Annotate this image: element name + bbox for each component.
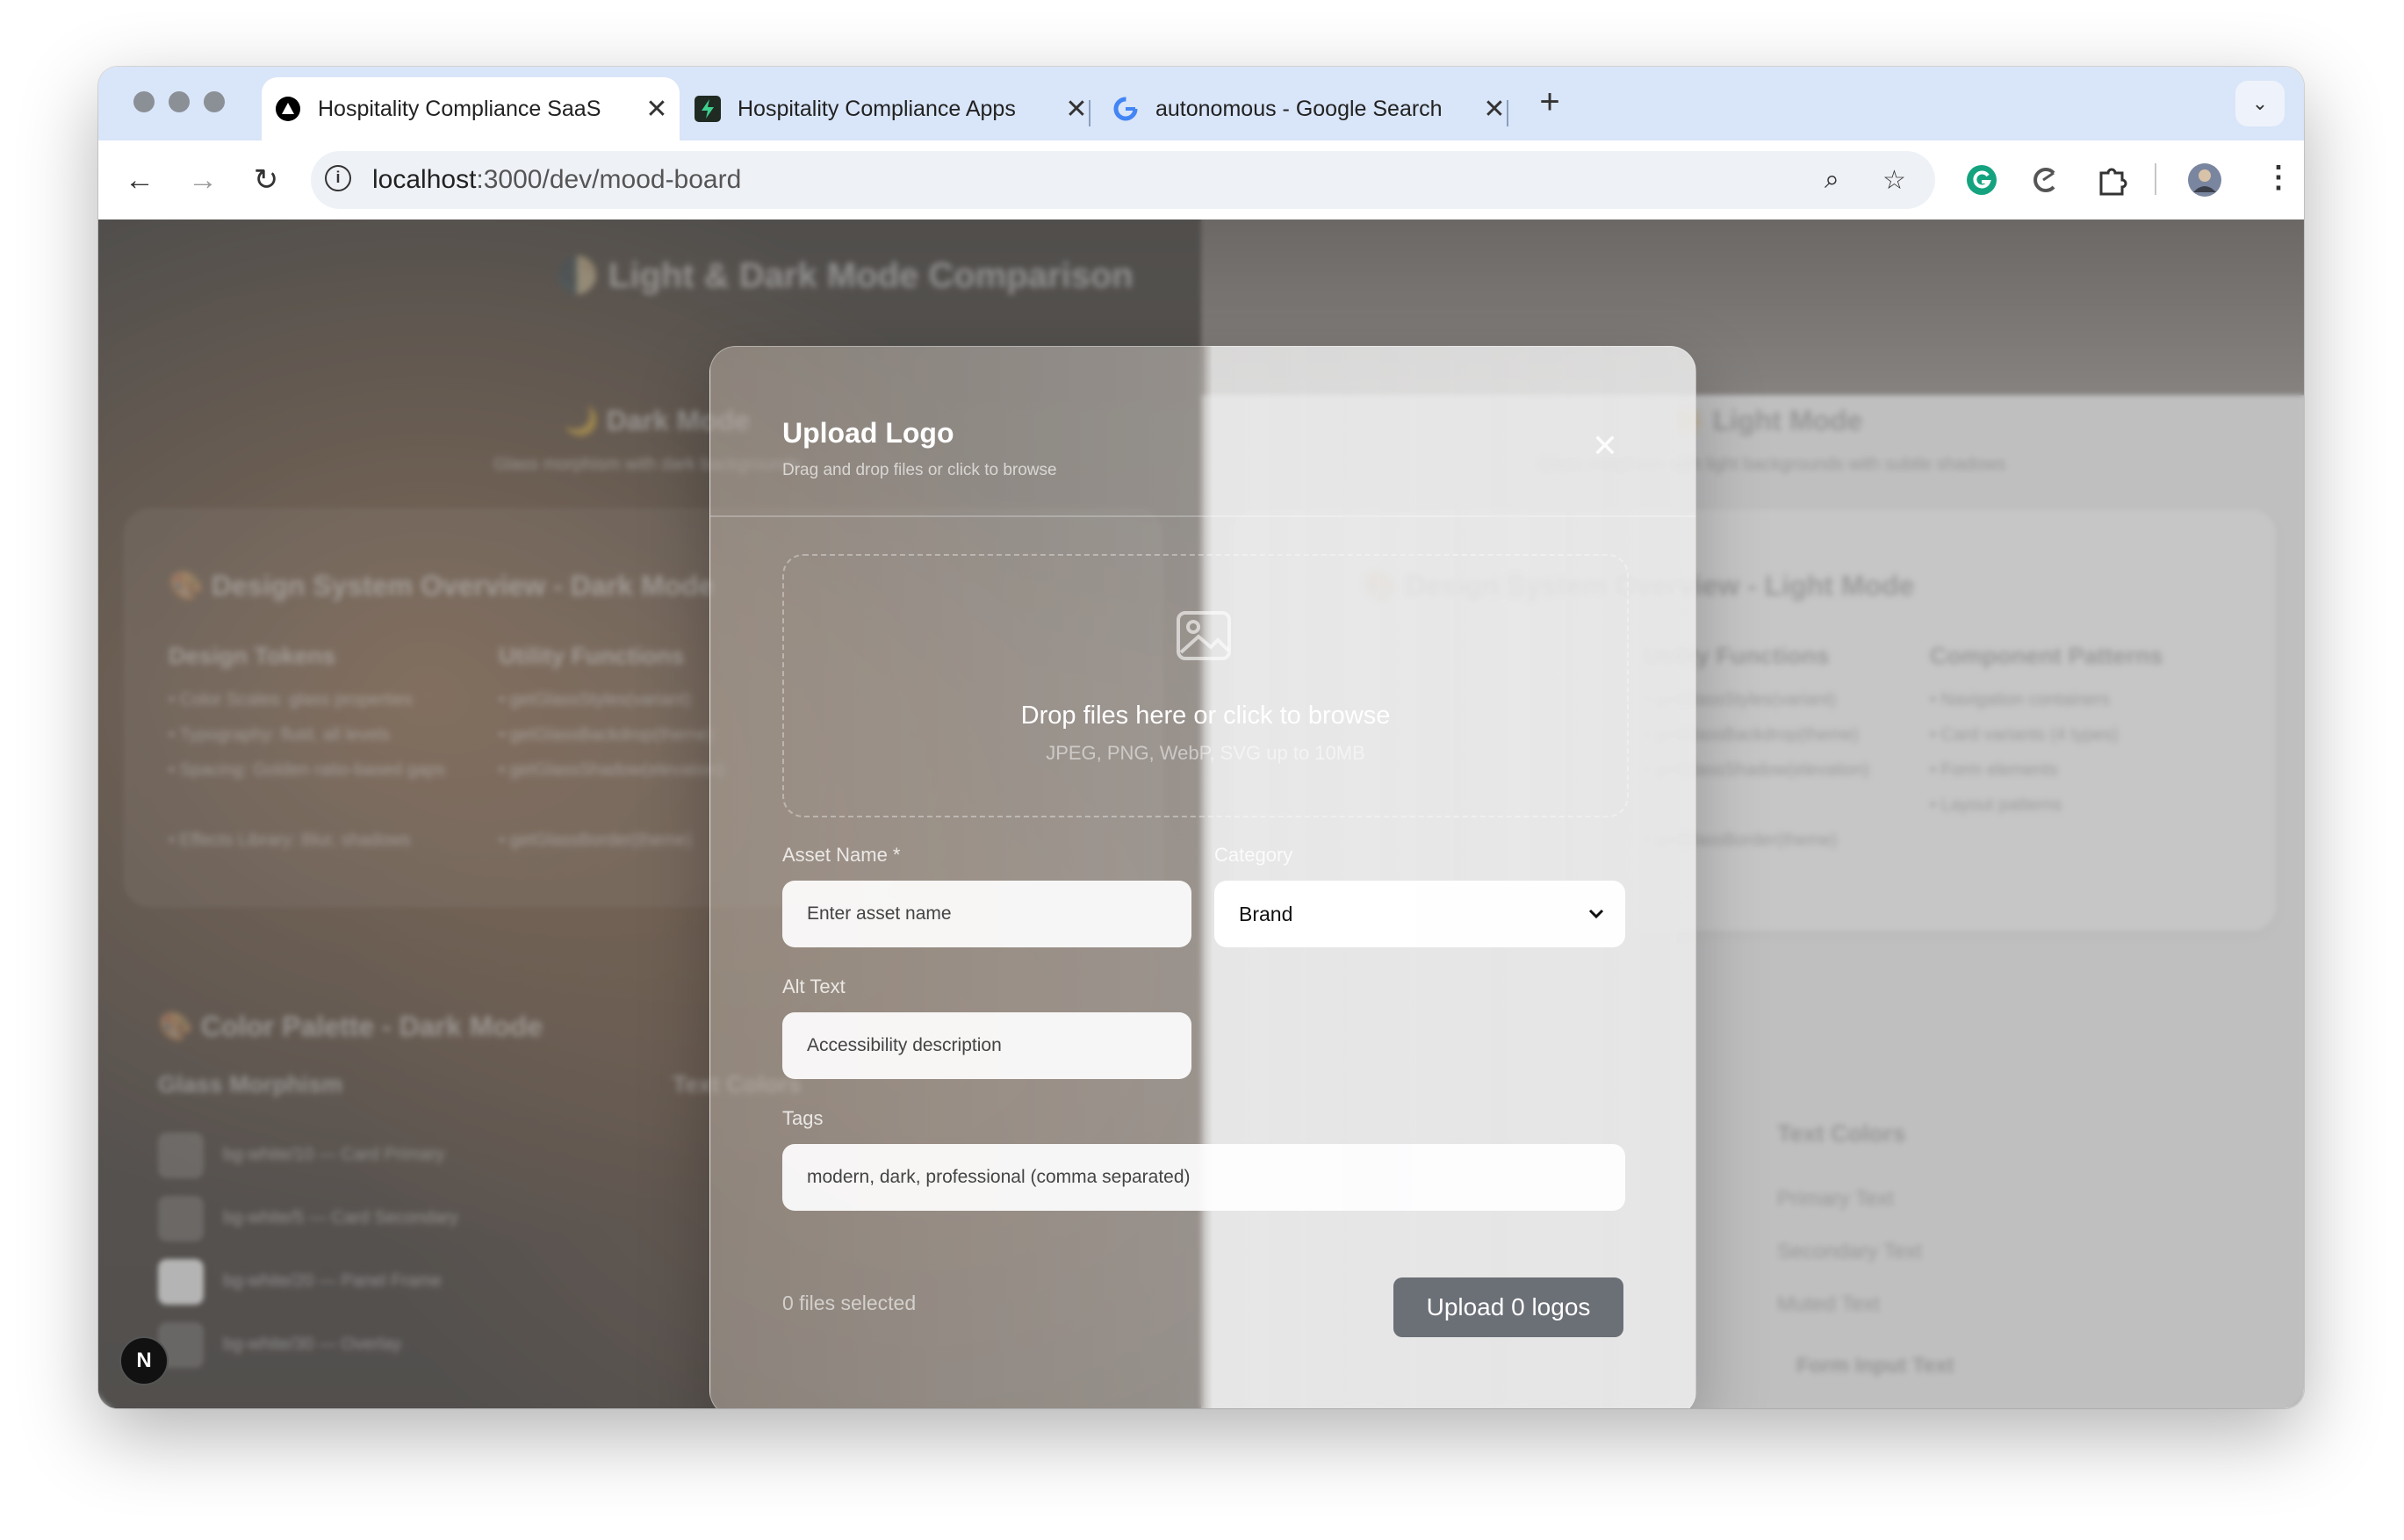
modal-title: Upload Logo (782, 417, 954, 449)
reload-button[interactable]: ↻ (246, 160, 286, 200)
tags-label: Tags (782, 1107, 824, 1129)
category-select[interactable]: Brand (1214, 881, 1625, 947)
close-tab-icon[interactable]: ✕ (641, 94, 673, 125)
toolbar-separator (2155, 163, 2156, 195)
close-tab-icon[interactable]: ✕ (1061, 94, 1092, 125)
forward-button[interactable]: → (183, 160, 223, 200)
dropzone-title: Drop files here or click to browse (1020, 702, 1391, 730)
upload-logo-modal: Upload Logo Drag and drop files or click… (709, 346, 1696, 1408)
alt-text-label: Alt Text (782, 975, 846, 997)
extension-arc-icon[interactable] (2026, 162, 2063, 198)
files-selected-count: 0 files selected (782, 1292, 917, 1314)
tab-search-button[interactable]: ⌄ (2235, 81, 2285, 126)
asset-name-label: Asset Name * (782, 844, 901, 866)
address-bar[interactable]: i localhost:3000/dev/mood-board ⌕ ☆ (311, 151, 1935, 209)
category-label: Category (1214, 844, 1293, 866)
close-icon[interactable]: ✕ (1592, 428, 1618, 464)
back-button[interactable]: ← (119, 160, 160, 200)
site-info-icon[interactable]: i (325, 165, 351, 191)
modal-subtitle: Drag and drop files or click to browse (782, 461, 1057, 479)
modal-divider (710, 515, 1695, 517)
tab-google-search[interactable]: autonomous - Google Search ✕ (1099, 77, 1517, 140)
minimize-window-button[interactable] (169, 91, 190, 112)
zoom-icon[interactable]: ⌕ (1825, 165, 1839, 195)
bookmark-star-icon[interactable]: ☆ (1882, 165, 1906, 196)
grammarly-icon[interactable] (1963, 162, 2000, 198)
alt-text-input[interactable]: Accessibility description (782, 1012, 1191, 1079)
chevron-down-icon (1585, 902, 1608, 930)
new-tab-button[interactable]: + (1528, 83, 1572, 122)
asset-name-input[interactable]: Enter asset name (782, 881, 1191, 947)
maximize-window-button[interactable] (204, 91, 225, 112)
image-icon (1176, 610, 1232, 666)
toolbar: ← → ↻ i localhost:3000/dev/mood-board ⌕ … (98, 140, 2304, 220)
google-icon (1112, 95, 1140, 123)
browser-menu-icon[interactable]: ⋮ (2264, 160, 2293, 195)
browser-window: Hospitality Compliance SaaS ✕ Hospitalit… (98, 67, 2304, 1408)
url-text[interactable]: localhost:3000/dev/mood-board (372, 165, 741, 195)
extensions-puzzle-icon[interactable] (2093, 162, 2130, 198)
page-viewport: 🌓 Light & Dark Mode Comparison 🌙 Dark Mo… (98, 219, 2304, 1408)
supabase-icon (694, 95, 722, 123)
tab-hospitality-compliance-saas[interactable]: Hospitality Compliance SaaS ✕ (262, 77, 680, 140)
tab-separator (1507, 100, 1508, 126)
close-tab-icon[interactable]: ✕ (1479, 94, 1510, 125)
window-controls (133, 91, 225, 112)
upload-logos-button[interactable]: Upload 0 logos (1393, 1277, 1623, 1337)
close-window-button[interactable] (133, 91, 155, 112)
tab-title: autonomous - Google Search (1155, 96, 1443, 121)
tab-strip: Hospitality Compliance SaaS ✕ Hospitalit… (98, 67, 2304, 140)
tags-input[interactable]: modern, dark, professional (comma separa… (782, 1144, 1625, 1211)
dropzone-hint: JPEG, PNG, WebP, SVG up to 10MB (1046, 742, 1365, 764)
tab-title: Hospitality Compliance Apps (738, 96, 1016, 121)
tab-title: Hospitality Compliance SaaS (318, 96, 601, 121)
file-dropzone[interactable]: Drop files here or click to browse JPEG,… (782, 554, 1629, 817)
tab-separator (1089, 100, 1090, 126)
vercel-icon (274, 95, 302, 123)
profile-avatar[interactable] (2186, 162, 2223, 198)
tab-hospitality-compliance-apps[interactable]: Hospitality Compliance Apps ✕ (681, 77, 1099, 140)
nextjs-dev-indicator[interactable]: N (119, 1336, 169, 1385)
